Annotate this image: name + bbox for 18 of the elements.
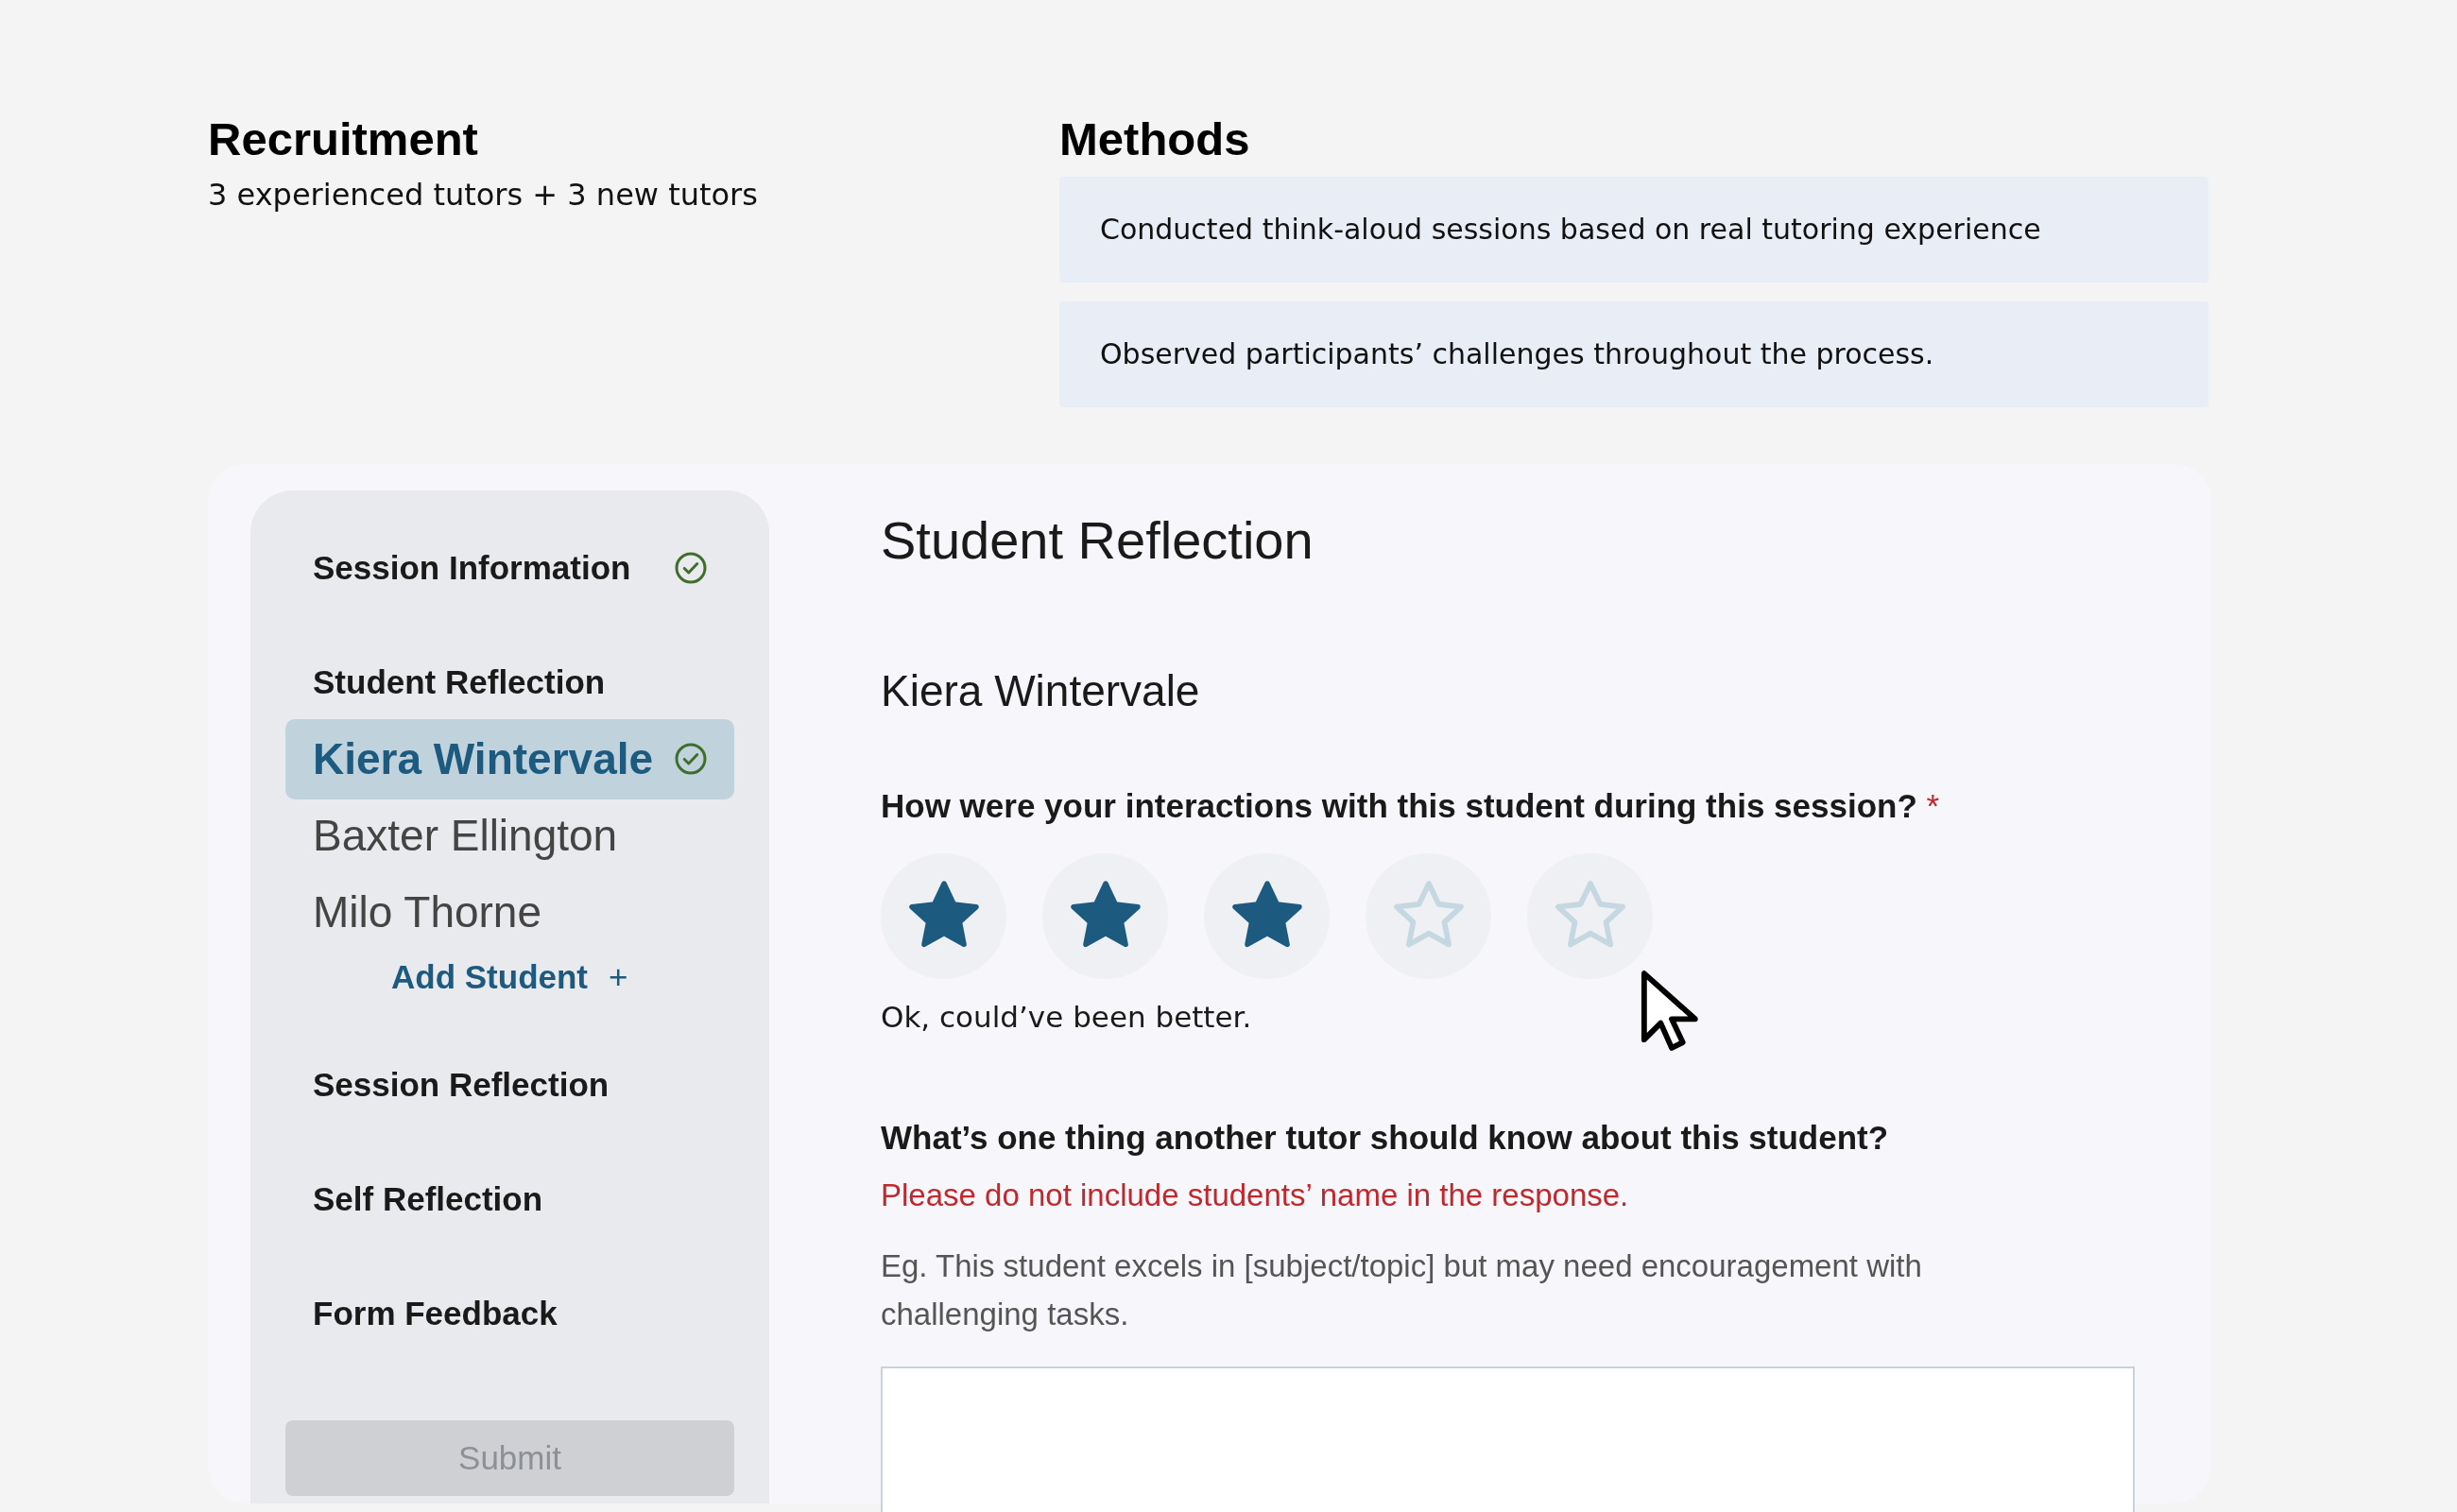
question-text: How were your interactions with this student during this session? * <box>881 786 1941 825</box>
required-mark: * <box>1926 786 1940 824</box>
sidebar-section[interactable]: Self Reflection <box>285 1159 734 1240</box>
sidebar-section[interactable]: Session Reflection <box>285 1044 734 1125</box>
section-heading: Recruitment <box>208 112 479 166</box>
warning-text: Please do not include students’ name in the response. <box>881 1177 1630 1213</box>
student-name: Kiera Wintervale <box>881 664 1201 716</box>
sidebar-section[interactable]: Form Feedback <box>285 1273 734 1354</box>
student-item[interactable]: Kiera Wintervale <box>285 718 734 799</box>
rating-caption: Ok, could’ve been better. <box>881 999 1253 1034</box>
method-text: Conducted think-aloud sessions based on real tutoring experience <box>1100 213 2041 247</box>
form-title: Student Reflection <box>881 508 1314 571</box>
section-heading: Methods <box>1059 112 1251 166</box>
question-text: What’s one thing another tutor should know about this student? <box>881 1118 1890 1157</box>
hint-text: Eg. This student excels in [subject/topic] but may need encouragement with challenging tasks. <box>881 1246 1923 1333</box>
method-text: Observed participants’ challenges throughout the process. <box>1100 337 1934 371</box>
sidebar-section[interactable]: Session Information <box>285 527 734 609</box>
recruitment-text: 3 experienced tutors + 3 new tutors <box>208 176 759 213</box>
